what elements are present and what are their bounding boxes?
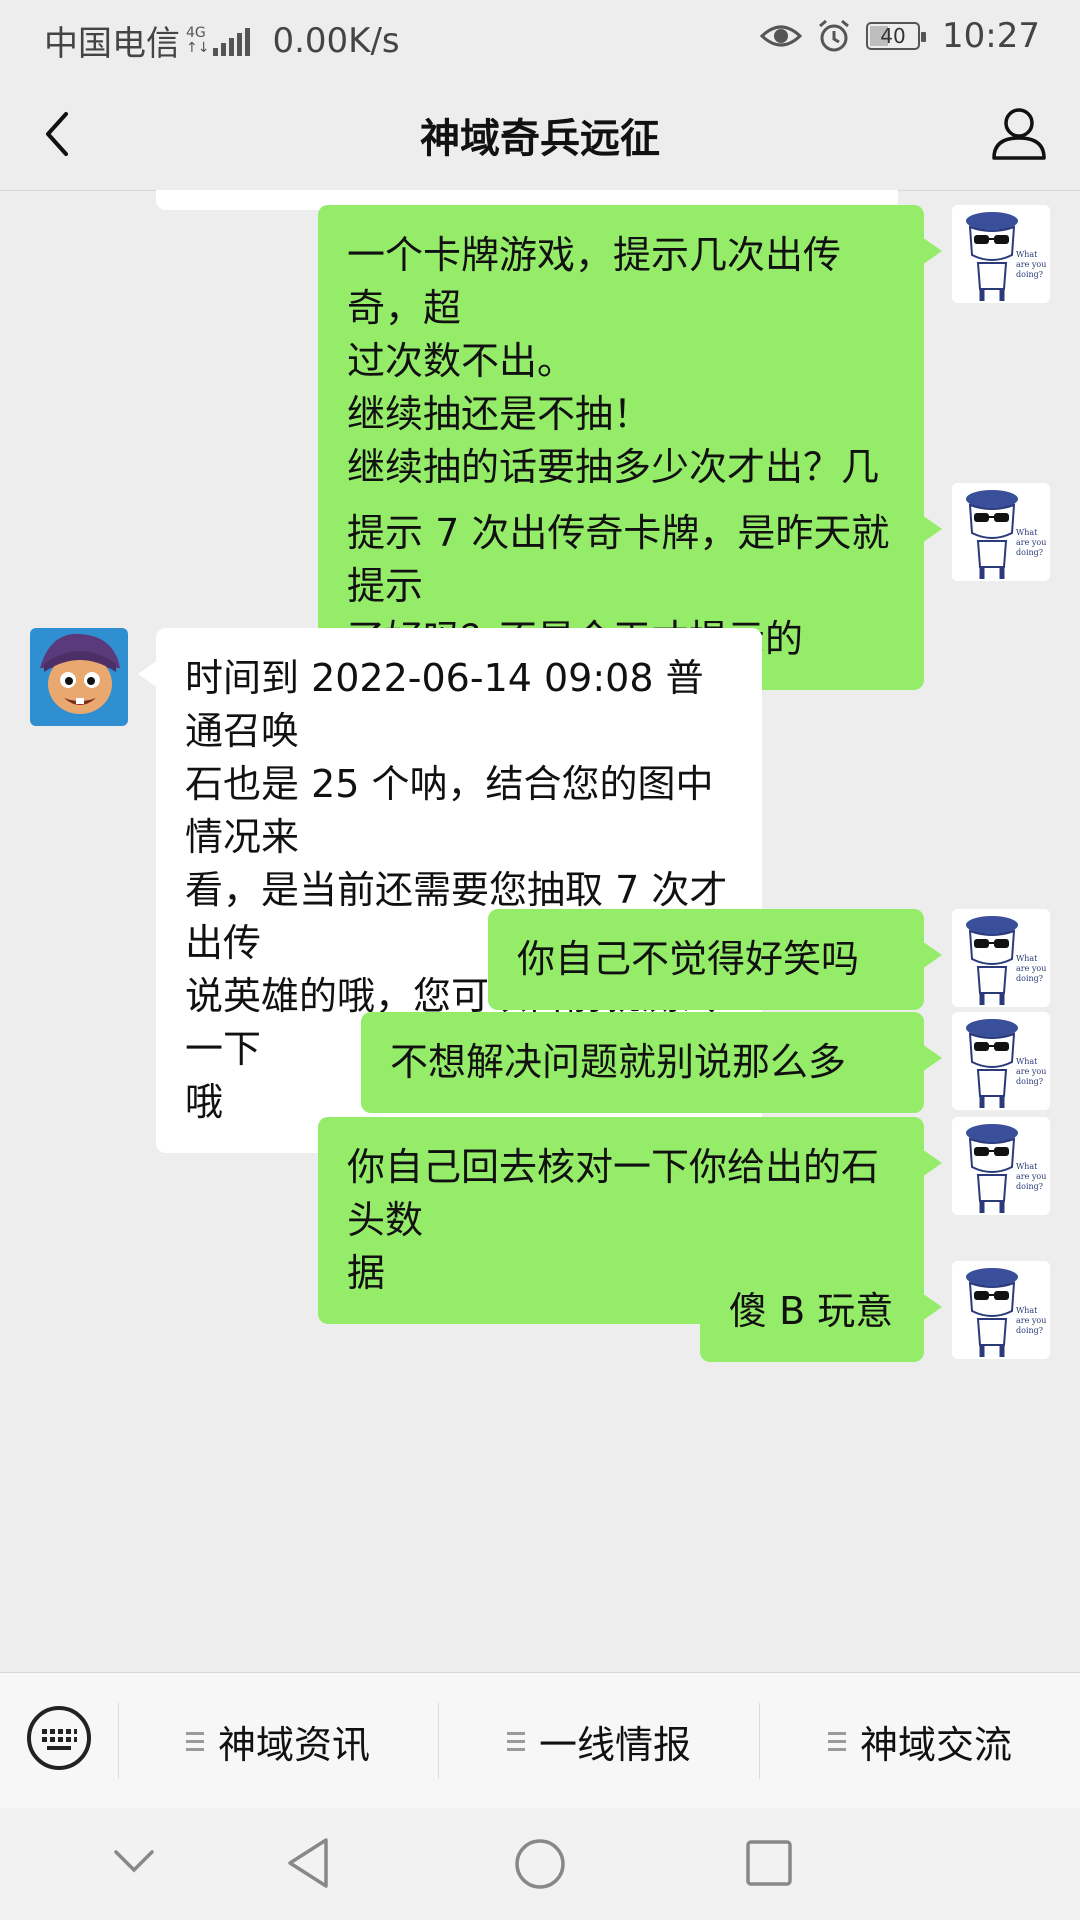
my-avatar[interactable]: What are you doing? <box>952 1261 1050 1359</box>
menu-item-news[interactable]: 神域资讯 <box>119 1673 437 1809</box>
service-menu-bar: 神域资讯 一线情报 神域交流 <box>0 1672 1080 1809</box>
svg-text:What: What <box>1016 250 1038 259</box>
svg-text:What: What <box>1016 1162 1038 1171</box>
service-avatar[interactable] <box>30 628 128 726</box>
menu-lines-icon <box>506 1731 525 1751</box>
svg-text:doing?: doing? <box>1016 1077 1043 1086</box>
network-type-icon: 4G ↑↓ <box>186 24 210 56</box>
alarm-icon <box>819 19 849 52</box>
message-list[interactable]: 当前 Whatare youdoing?一个卡牌游戏，提示几次出传奇，超 过次数… <box>0 190 1080 1672</box>
status-bar: 中国电信 4G ↑↓ 0.00K/s 40 10:27 <box>0 0 1080 76</box>
profile-icon[interactable] <box>988 102 1050 164</box>
svg-text:are you: are you <box>1016 260 1046 269</box>
svg-text:doing?: doing? <box>1016 548 1043 557</box>
svg-text:What: What <box>1016 1306 1038 1315</box>
my-avatar[interactable]: What are you doing? <box>952 1117 1050 1215</box>
carrier-label: 中国电信 <box>44 24 180 64</box>
eye-icon <box>760 25 803 47</box>
outgoing-message-bubble[interactable]: 傻 B 玩意 <box>700 1261 942 1362</box>
my-avatar[interactable]: What are you doing? <box>952 1012 1050 1110</box>
svg-text:are you: are you <box>1016 964 1046 973</box>
outgoing-message-bubble[interactable]: 不想解决问题就别说那么多 <box>361 1012 942 1113</box>
chat-header: 神域奇兵远征 <box>0 76 1080 191</box>
back-triangle-icon[interactable] <box>284 1836 332 1890</box>
my-avatar[interactable]: What are you doing? <box>952 483 1050 581</box>
keyboard-icon[interactable] <box>26 1705 92 1771</box>
network-speed: 0.00K/s <box>272 20 400 61</box>
my-avatar[interactable]: What are you doing? <box>952 909 1050 1007</box>
svg-text:are you: are you <box>1016 1172 1046 1181</box>
menu-item-intel[interactable]: 一线情报 <box>439 1673 759 1809</box>
menu-item-community[interactable]: 神域交流 <box>760 1673 1080 1809</box>
menu-lines-icon <box>827 1731 846 1751</box>
my-avatar[interactable]: What are you doing? <box>952 205 1050 303</box>
battery-icon: 40 <box>866 22 927 50</box>
home-circle-icon[interactable] <box>514 1838 566 1890</box>
svg-text:doing?: doing? <box>1016 1326 1043 1335</box>
svg-text:are you: are you <box>1016 1316 1046 1325</box>
system-nav-bar <box>0 1808 1080 1920</box>
outgoing-message-bubble[interactable]: 你自己不觉得好笑吗 <box>488 909 942 1010</box>
svg-text:What: What <box>1016 528 1038 537</box>
svg-text:doing?: doing? <box>1016 1182 1043 1191</box>
chevron-down-icon[interactable] <box>112 1846 156 1876</box>
svg-text:What: What <box>1016 1057 1038 1066</box>
svg-text:are you: are you <box>1016 538 1046 547</box>
svg-text:What: What <box>1016 954 1038 963</box>
recents-square-icon[interactable] <box>746 1840 792 1886</box>
svg-text:doing?: doing? <box>1016 270 1043 279</box>
svg-text:are you: are you <box>1016 1067 1046 1076</box>
clock: 10:27 <box>942 16 1040 56</box>
svg-text:doing?: doing? <box>1016 974 1043 983</box>
menu-lines-icon <box>185 1731 204 1751</box>
signal-icon <box>213 26 251 56</box>
chat-title: 神域奇兵远征 <box>420 116 660 162</box>
